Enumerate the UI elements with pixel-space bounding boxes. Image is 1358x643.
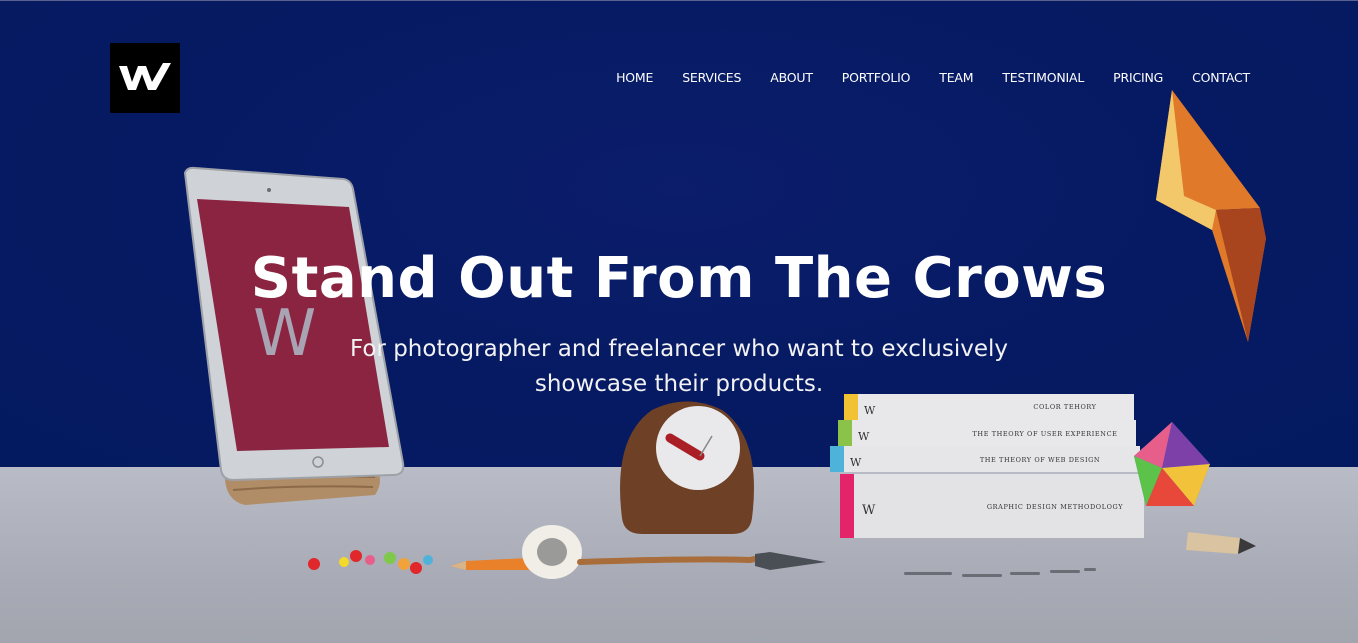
book-title-1: COLOR TEHORY xyxy=(1033,403,1097,411)
nav-item-about[interactable]: ABOUT xyxy=(770,69,813,87)
nav-item-pricing[interactable]: PRICING xyxy=(1113,69,1163,87)
svg-text:W: W xyxy=(864,404,876,417)
hero-subtitle-line-2: showcase their products. xyxy=(534,371,824,397)
svg-text:W: W xyxy=(862,503,876,518)
svg-text:W: W xyxy=(850,456,862,469)
book-title-3: THE THEORY OF WEB DESIGN xyxy=(979,456,1101,464)
nav-item-services[interactable]: SERVICES xyxy=(682,69,741,87)
clock-illustration xyxy=(620,401,754,534)
nav-item-contact[interactable]: CONTACT xyxy=(1192,69,1250,87)
pencil-eraser-illustration xyxy=(1186,532,1256,554)
polyhedron-illustration xyxy=(1134,422,1210,506)
svg-text:W: W xyxy=(858,430,870,443)
book-title-2: THE THEORY OF USER EXPERIENCE xyxy=(972,430,1118,438)
books-illustration: W W W W xyxy=(830,394,1144,538)
nav-item-home[interactable]: HOME xyxy=(616,69,653,87)
book-title-4: GRAPHIC DESIGN METHODOLOGY xyxy=(986,503,1124,511)
paperclips-illustration xyxy=(904,568,1096,577)
hero-title: Stand Out From The Crows xyxy=(250,246,1108,311)
hero-subtitle: For photographer and freelancer who want… xyxy=(329,332,1029,402)
top-border xyxy=(0,0,1358,1)
w-logo-icon xyxy=(119,63,171,90)
desk-supplies-illustration xyxy=(308,525,826,579)
hero-subtitle-line-1: For photographer and freelancer who want… xyxy=(349,336,1009,362)
brand-logo[interactable] xyxy=(110,43,180,113)
nav-item-portfolio[interactable]: PORTFOLIO xyxy=(842,69,911,87)
nav-item-team[interactable]: TEAM xyxy=(939,69,973,87)
main-navigation: HOME SERVICES ABOUT PORTFOLIO TEAM TESTI… xyxy=(616,69,1250,87)
hero-section: W W W W W COLOR TEHORY THE THEORY OF USE… xyxy=(0,0,1358,643)
nav-item-testimonial[interactable]: TESTIMONIAL xyxy=(1002,69,1084,87)
